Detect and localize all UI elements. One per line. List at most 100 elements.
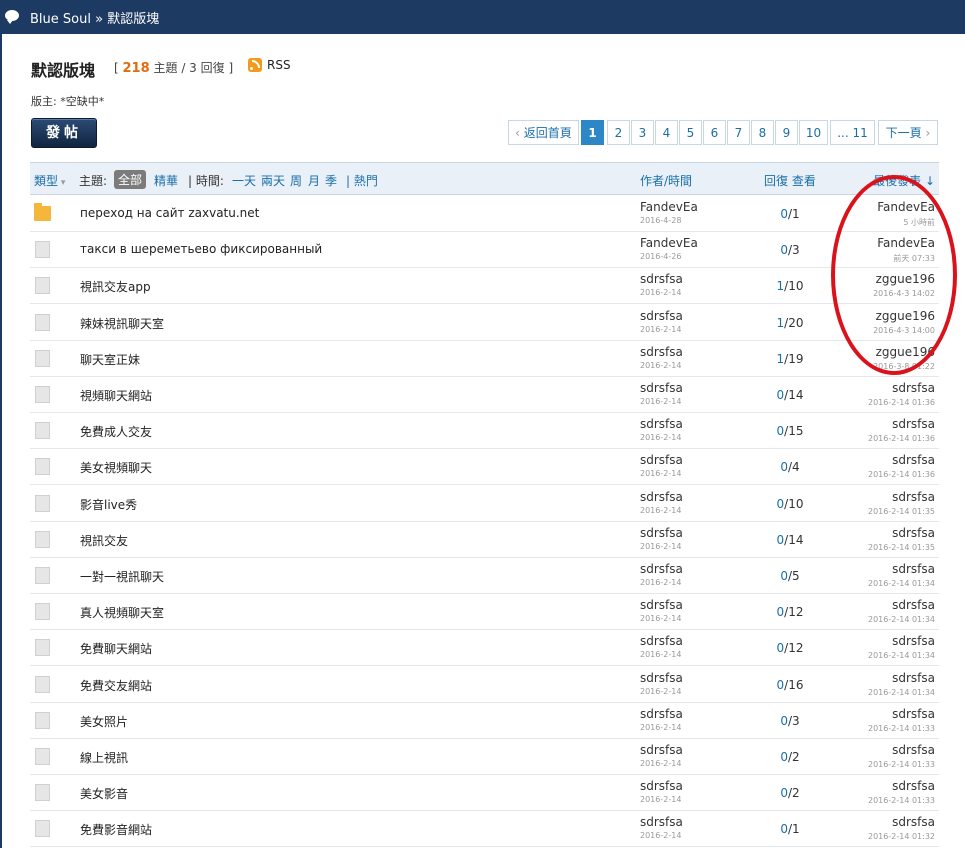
thread-author[interactable]: FandevEa <box>640 236 698 250</box>
thread-title[interactable]: 真人視頻聊天室 <box>80 604 164 621</box>
last-post-user[interactable]: sdrsfsa <box>892 634 935 648</box>
thread-title[interactable]: 影音live秀 <box>80 496 137 513</box>
last-post-user[interactable]: sdrsfsa <box>892 526 935 540</box>
thread-title[interactable]: 免費聊天網站 <box>80 640 152 657</box>
last-post-time[interactable]: 2016-2-14 01:35 <box>868 507 935 516</box>
thread-author[interactable]: FandevEa <box>640 200 698 214</box>
thread-title[interactable]: 視訊交友 <box>80 532 128 549</box>
last-post-user[interactable]: zggue196 <box>876 272 935 286</box>
last-post-time[interactable]: 2016-2-14 01:33 <box>868 724 935 733</box>
breadcrumb-site[interactable]: Blue Soul <box>30 12 91 27</box>
last-post-time[interactable]: 2016-2-14 01:33 <box>868 796 935 805</box>
new-post-button[interactable]: 發帖 <box>31 118 97 148</box>
last-post-user[interactable]: sdrsfsa <box>892 671 935 685</box>
thread-title[interactable]: 線上視訊 <box>80 749 128 766</box>
filter-one-day[interactable]: 一天 <box>232 172 256 189</box>
pager-page-10[interactable]: 10 <box>799 120 828 145</box>
last-post-user[interactable]: sdrsfsa <box>892 779 935 793</box>
thread-author[interactable]: sdrsfsa <box>640 634 683 648</box>
thread-title[interactable]: 免費交友網站 <box>80 677 152 694</box>
thread-title[interactable]: такси в шереметьево фиксированный <box>80 242 322 256</box>
thread-title[interactable]: 美女影音 <box>80 785 128 802</box>
last-post-time[interactable]: 2016-2-14 01:34 <box>868 651 935 660</box>
thread-title[interactable]: 美女照片 <box>80 713 128 730</box>
thread-title[interactable]: 聊天室正妹 <box>80 351 140 368</box>
thread-author[interactable]: sdrsfsa <box>640 309 683 323</box>
thread-author[interactable]: sdrsfsa <box>640 345 683 359</box>
thread-author[interactable]: sdrsfsa <box>640 743 683 757</box>
breadcrumb-forum[interactable]: 默認版塊 <box>107 12 159 27</box>
thread-author[interactable]: sdrsfsa <box>640 526 683 540</box>
last-post-user[interactable]: sdrsfsa <box>892 490 935 504</box>
thread-title[interactable]: 美女視頻聊天 <box>80 459 152 476</box>
thread-author[interactable]: sdrsfsa <box>640 562 683 576</box>
pager-last-page[interactable]: ... 11 <box>830 120 875 145</box>
last-post-user[interactable]: FandevEa <box>877 200 935 214</box>
thread-author[interactable]: sdrsfsa <box>640 490 683 504</box>
pager-next-button[interactable]: 下一頁 › <box>878 120 938 145</box>
thread-title[interactable]: 辣妹視訊聊天室 <box>80 315 164 332</box>
thread-title[interactable]: 視訊交友app <box>80 278 151 295</box>
thread-author[interactable]: sdrsfsa <box>640 707 683 721</box>
pager-page-4[interactable]: 4 <box>655 120 678 145</box>
pager-page-6[interactable]: 6 <box>703 120 726 145</box>
pager-page-5[interactable]: 5 <box>679 120 702 145</box>
thread-author[interactable]: sdrsfsa <box>640 417 683 431</box>
thread-title[interactable]: 一對一視訊聊天 <box>80 568 164 585</box>
last-post-time[interactable]: 2016-2-14 01:34 <box>868 579 935 588</box>
sort-lastpost[interactable]: 最後發表 ↓ <box>873 172 935 189</box>
last-post-user[interactable]: sdrsfsa <box>892 381 935 395</box>
last-post-user[interactable]: sdrsfsa <box>892 417 935 431</box>
last-post-user[interactable]: FandevEa <box>877 236 935 250</box>
pager-page-1[interactable]: 1 <box>581 120 604 145</box>
last-post-time[interactable]: 2016-2-14 01:34 <box>868 688 935 697</box>
last-post-time[interactable]: 2016-4-3 14:00 <box>873 326 935 335</box>
last-post-user[interactable]: sdrsfsa <box>892 815 935 829</box>
thread-author[interactable]: sdrsfsa <box>640 671 683 685</box>
last-post-user[interactable]: zggue196 <box>876 345 935 359</box>
thread-author[interactable]: sdrsfsa <box>640 272 683 286</box>
last-post-time[interactable]: 2016-2-14 01:35 <box>868 543 935 552</box>
last-post-time[interactable]: 2016-2-14 01:33 <box>868 760 935 769</box>
last-post-time[interactable]: 2016-2-14 01:32 <box>868 832 935 841</box>
pager-page-9[interactable]: 9 <box>775 120 798 145</box>
last-post-user[interactable]: sdrsfsa <box>892 562 935 576</box>
last-post-user[interactable]: zggue196 <box>876 309 935 323</box>
pager-page-3[interactable]: 3 <box>631 120 654 145</box>
last-post-time[interactable]: 2016-4-3 14:02 <box>873 289 935 298</box>
pager-page-7[interactable]: 7 <box>727 120 750 145</box>
filter-week[interactable]: 周 <box>290 172 302 189</box>
last-post-user[interactable]: sdrsfsa <box>892 743 935 757</box>
last-post-time[interactable]: 2016-2-14 01:36 <box>868 434 935 443</box>
last-post-user[interactable]: sdrsfsa <box>892 598 935 612</box>
filter-all[interactable]: 全部 <box>114 170 147 189</box>
thread-author[interactable]: sdrsfsa <box>640 598 683 612</box>
thread-author[interactable]: sdrsfsa <box>640 453 683 467</box>
sort-replies-views[interactable]: 回復 查看 <box>764 172 816 189</box>
filter-two-days[interactable]: 兩天 <box>261 172 285 189</box>
last-post-user[interactable]: sdrsfsa <box>892 707 935 721</box>
last-post-time[interactable]: 2016-2-14 01:34 <box>868 615 935 624</box>
sort-author[interactable]: 作者/時間 <box>640 172 692 189</box>
filter-month[interactable]: 月 <box>308 172 320 189</box>
thread-author[interactable]: sdrsfsa <box>640 815 683 829</box>
type-filter[interactable]: 類型 ▾ <box>34 172 65 189</box>
last-post-time[interactable]: 5 小時前 <box>903 217 935 228</box>
last-post-time[interactable]: 前天 07:33 <box>893 253 935 264</box>
last-post-time[interactable]: 2016-3-8 01:22 <box>873 362 935 371</box>
pager-home-button[interactable]: ‹ 返回首頁 <box>508 120 579 145</box>
filter-digest[interactable]: 精華 <box>154 172 178 189</box>
thread-title[interactable]: 免費成人交友 <box>80 423 152 440</box>
filter-season[interactable]: 季 <box>325 172 337 189</box>
pager-page-8[interactable]: 8 <box>751 120 774 145</box>
thread-title[interactable]: переход на сайт zaxvatu.net <box>80 206 259 220</box>
pager-page-2[interactable]: 2 <box>607 120 630 145</box>
thread-title[interactable]: 視頻聊天網站 <box>80 387 152 404</box>
last-post-time[interactable]: 2016-2-14 01:36 <box>868 470 935 479</box>
rss-link[interactable]: RSS <box>248 58 291 72</box>
thread-author[interactable]: sdrsfsa <box>640 779 683 793</box>
filter-hot[interactable]: | 熱門 <box>346 172 378 189</box>
thread-title[interactable]: 免費影音網站 <box>80 821 152 838</box>
last-post-time[interactable]: 2016-2-14 01:36 <box>868 398 935 407</box>
last-post-user[interactable]: sdrsfsa <box>892 453 935 467</box>
